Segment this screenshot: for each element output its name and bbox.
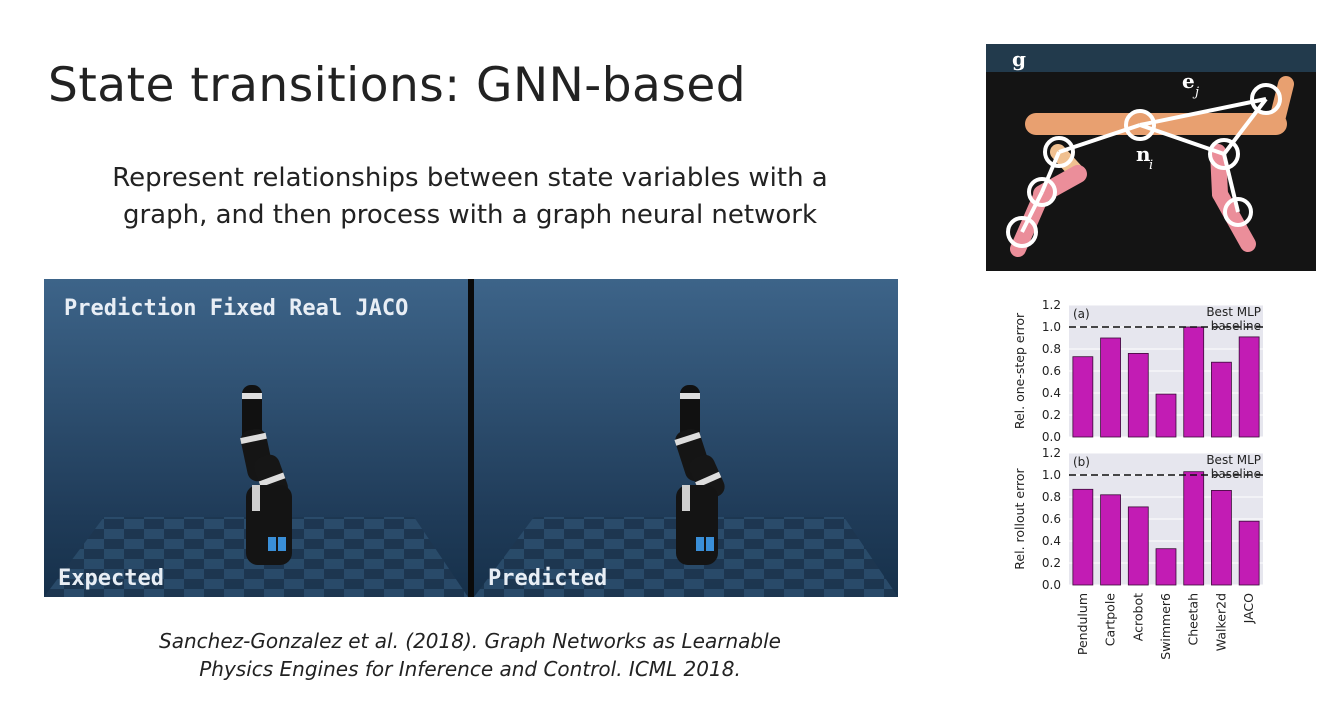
baseline-label-line1: Best MLP [1206, 453, 1261, 467]
y-tick-label: 0.0 [1042, 430, 1061, 444]
baseline-label-line2: baseline [1211, 319, 1261, 333]
y-axis-label: Rel. one-step error [1012, 312, 1027, 429]
x-tick-label: Cheetah [1186, 593, 1201, 646]
sim-predicted-label: Predicted [488, 566, 607, 591]
y-tick-label: 1.0 [1042, 320, 1061, 334]
panel-label: (b) [1073, 455, 1090, 469]
y-tick-label: 0.0 [1042, 578, 1061, 592]
y-tick-label: 1.0 [1042, 468, 1061, 482]
simulation-image: Prediction Fixed Real JACO Expected Pred… [44, 279, 898, 597]
x-tick-label: JACO [1241, 593, 1256, 625]
y-tick-label: 1.2 [1042, 446, 1061, 460]
x-tick-label: Walker2d [1213, 593, 1228, 651]
y-tick-label: 0.4 [1042, 534, 1061, 548]
baseline-label-line2: baseline [1211, 467, 1261, 481]
x-tick-label: Swimmer6 [1158, 593, 1173, 660]
y-tick-label: 1.2 [1042, 298, 1061, 312]
bar-pendulum [1072, 356, 1094, 438]
panel-label: (a) [1073, 307, 1090, 321]
baseline-label-line1: Best MLP [1206, 305, 1261, 319]
global-label: g [1012, 47, 1026, 71]
citation-line-2: Physics Engines for Inference and Contro… [199, 657, 741, 681]
bar-acrobot [1127, 353, 1149, 438]
bar-swimmer6 [1155, 548, 1177, 586]
sim-expected-label: Expected [58, 566, 164, 591]
edge-label: e [1182, 69, 1195, 93]
bar-cheetah [1183, 471, 1205, 586]
bar-charts: 0.0 0.2 0.4 0.6 0.8 1.0 1.2 (a) Best MLP baseline… [1005, 295, 1325, 695]
bar-pendulum [1072, 488, 1094, 586]
x-tick-label: Cartpole [1103, 593, 1118, 646]
y-tick-label: 0.6 [1042, 512, 1061, 526]
sim-header-label: Prediction Fixed Real JACO [64, 296, 408, 321]
y-axis-label: Rel. rollout error [1012, 467, 1027, 569]
graph-figure: g e j n i [986, 44, 1316, 271]
y-tick-label: 0.8 [1042, 490, 1061, 504]
bar-jaco [1238, 336, 1260, 438]
bar-cheetah [1183, 326, 1205, 438]
y-tick-label: 0.8 [1042, 342, 1061, 356]
y-tick-label: 0.2 [1042, 408, 1061, 422]
bar-acrobot [1127, 506, 1149, 586]
slide-subtitle: Represent relationships between state va… [112, 163, 828, 230]
bar-cartpole [1100, 337, 1121, 438]
bar-jaco [1238, 520, 1260, 586]
citation-line-1: Sanchez-Gonzalez et al. (2018). Graph Ne… [159, 629, 781, 653]
node-subscript: i [1149, 158, 1153, 173]
slide-title: State transitions: GNN-based [48, 58, 747, 113]
bar-walker2d [1211, 489, 1232, 586]
bar-walker2d [1211, 361, 1232, 438]
bar-cartpole [1100, 494, 1121, 586]
y-tick-label: 0.6 [1042, 364, 1061, 378]
x-tick-label: Pendulum [1075, 593, 1090, 655]
x-tick-label: Acrobot [1130, 593, 1145, 641]
citation: Sanchez-Gonzalez et al. (2018). Graph Ne… [120, 627, 820, 683]
bar-swimmer6 [1155, 393, 1177, 438]
y-tick-label: 0.4 [1042, 386, 1061, 400]
y-tick-label: 0.2 [1042, 556, 1061, 570]
